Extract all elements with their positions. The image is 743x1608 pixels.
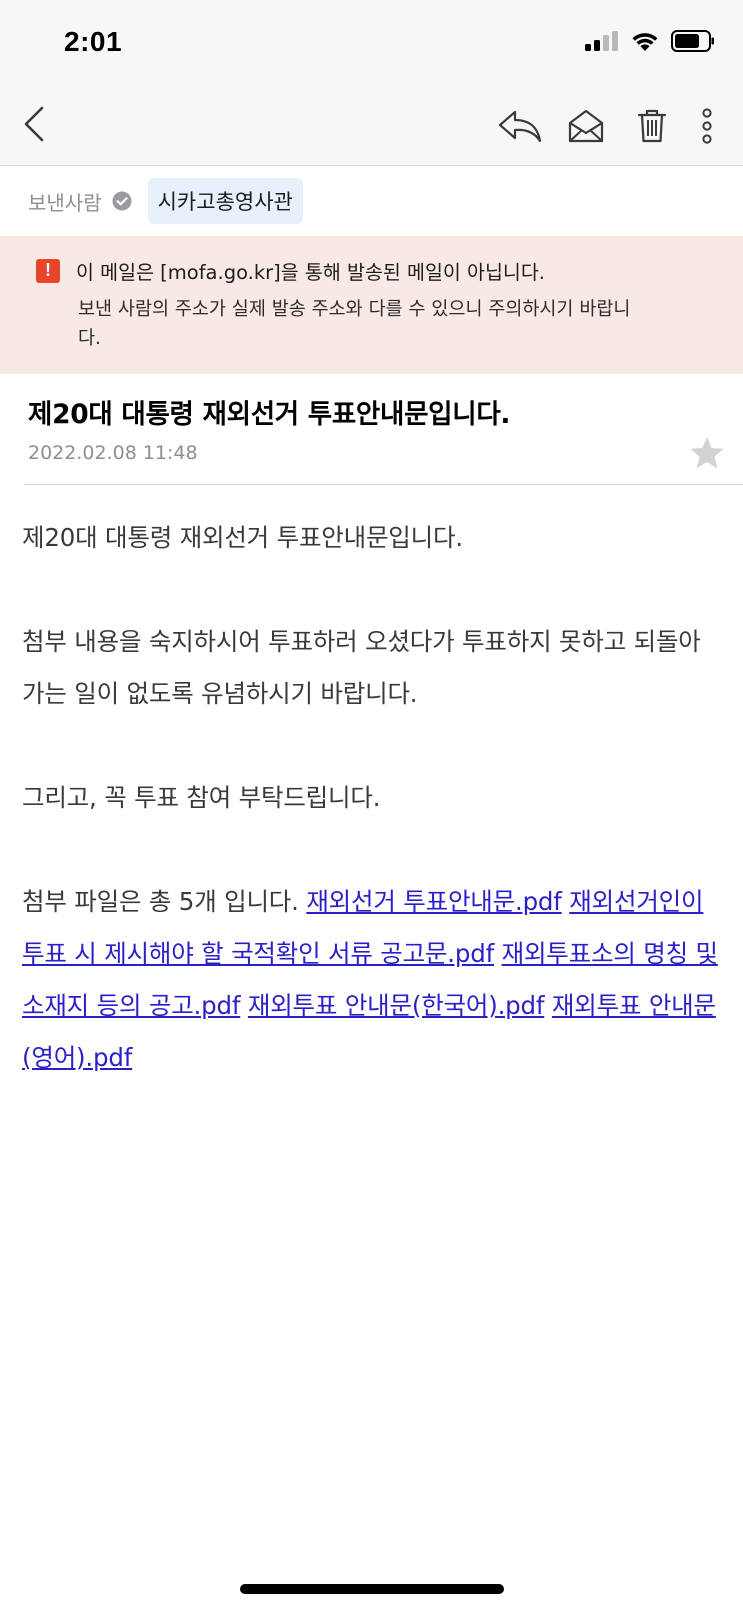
body-paragraph: 제20대 대통령 재외선거 투표안내문입니다. xyxy=(22,523,463,552)
more-vertical-icon xyxy=(701,108,713,148)
email-date: 2022.02.08 11:48 xyxy=(28,442,198,464)
warning-title: 이 메일은 [mofa.go.kr]을 통해 발송된 메일이 아닙니다. xyxy=(76,261,545,284)
verified-check-icon xyxy=(112,191,132,211)
attachment-link[interactable]: 재외투표 안내문(한국어).pdf xyxy=(248,991,545,1020)
status-icons xyxy=(585,30,715,56)
chevron-left-icon xyxy=(22,105,46,147)
delete-button[interactable] xyxy=(619,104,685,152)
nav-actions xyxy=(487,104,729,152)
star-button[interactable] xyxy=(689,436,725,474)
mark-unread-button[interactable] xyxy=(553,104,619,152)
warning-icon: ! xyxy=(36,258,60,283)
attachments-paragraph: 첨부 파일은 총 5개 입니다. 재외선거 투표안내문.pdf 재외선거인이 투… xyxy=(22,876,722,1084)
body-paragraph: 첨부 내용을 숙지하시어 투표하러 오셨다가 투표하지 못하고 되돌아가는 일이… xyxy=(22,627,701,708)
back-button[interactable] xyxy=(12,100,56,152)
mark-unread-icon xyxy=(568,109,604,147)
status-time: 2:01 xyxy=(64,26,123,57)
attachment-link[interactable]: 재외선거 투표안내문.pdf xyxy=(306,887,562,916)
more-button[interactable] xyxy=(685,104,729,152)
header-divider xyxy=(24,484,743,485)
top-bar: 2:01 xyxy=(0,0,743,166)
sender-label: 보낸사람 xyxy=(28,190,102,215)
battery-icon xyxy=(671,30,715,56)
cellular-signal-icon xyxy=(585,31,619,55)
home-indicator[interactable] xyxy=(240,1584,504,1594)
warning-body: 보낸 사람의 주소가 실제 발송 주소와 다를 수 있으니 주의하시기 바랍니다… xyxy=(78,299,631,349)
attachments-intro: 첨부 파일은 총 5개 입니다. xyxy=(22,887,299,916)
reply-button[interactable] xyxy=(487,104,553,152)
sender-row: 보낸사람 시카고총영사관 xyxy=(0,166,743,236)
sender-name-chip[interactable]: 시카고총영사관 xyxy=(147,178,303,224)
email-detail-screen: 2:01 보낸사람 시카고총영사관 ! 이 메일은 [mofa.go.kr]을 … xyxy=(0,0,743,1608)
email-body: 제20대 대통령 재외선거 투표안내문입니다. 첨부 내용을 숙지하시어 투표하… xyxy=(22,512,722,1084)
wifi-icon xyxy=(631,30,659,56)
body-paragraph: 그리고, 꼭 투표 참여 부탁드립니다. xyxy=(22,783,381,812)
star-icon xyxy=(689,437,725,474)
trash-icon xyxy=(637,108,667,148)
reply-icon xyxy=(497,108,543,148)
email-subject: 제20대 대통령 재외선거 투표안내문입니다. xyxy=(28,399,511,430)
spoof-warning-banner: ! 이 메일은 [mofa.go.kr]을 통해 발송된 메일이 아닙니다. 보… xyxy=(0,236,743,374)
